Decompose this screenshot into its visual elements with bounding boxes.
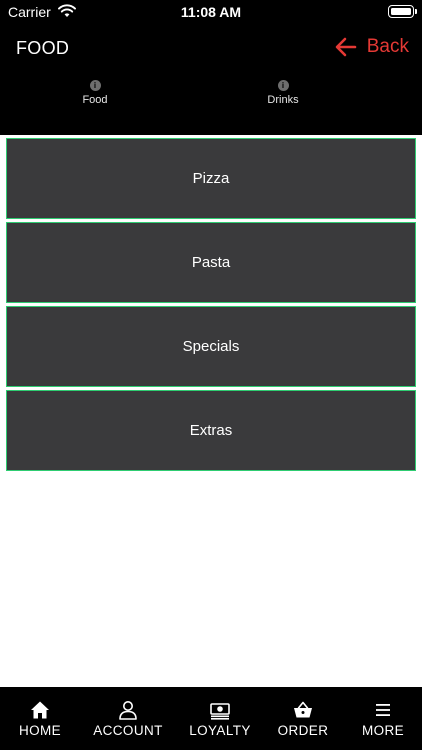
back-button[interactable]: Back [335, 36, 409, 58]
status-time: 11:08 AM [180, 4, 242, 20]
header: FOOD Back i Food i Drinks [0, 24, 422, 135]
menu-list: Pizza Pasta Specials Extras [6, 138, 416, 474]
menu-item-label: Pizza [192, 170, 230, 187]
arrow-left-icon [335, 37, 357, 57]
tab-label: Drinks [267, 94, 299, 106]
menu-item-pizza[interactable]: Pizza [6, 138, 416, 219]
menu-item-extras[interactable]: Extras [6, 390, 416, 471]
menu-item-specials[interactable]: Specials [6, 306, 416, 387]
bottom-nav: HOME ACCOUNT LOYALTY ORDER MORE [0, 687, 422, 750]
money-icon [210, 703, 230, 720]
back-label: Back [366, 36, 409, 57]
tab-food[interactable]: i Food [55, 80, 135, 106]
tab-label: Food [82, 94, 108, 106]
basket-icon [294, 701, 312, 718]
nav-label: ACCOUNT [93, 723, 163, 738]
nav-loyalty[interactable]: LOYALTY [185, 687, 255, 750]
info-icon: i [277, 80, 289, 91]
battery-icon [388, 5, 417, 18]
home-icon [31, 701, 49, 719]
page-title: FOOD [16, 38, 70, 58]
tab-drinks[interactable]: i Drinks [243, 80, 323, 106]
menu-item-label: Specials [182, 338, 240, 355]
nav-account[interactable]: ACCOUNT [90, 687, 166, 750]
menu-item-pasta[interactable]: Pasta [6, 222, 416, 303]
nav-label: ORDER [277, 723, 329, 738]
nav-label: LOYALTY [189, 723, 251, 738]
nav-order[interactable]: ORDER [274, 687, 332, 750]
menu-icon [376, 704, 390, 716]
nav-label: HOME [18, 723, 62, 738]
category-tabs: i Food i Drinks [0, 80, 422, 114]
menu-item-label: Extras [189, 422, 233, 439]
nav-home[interactable]: HOME [12, 687, 68, 750]
info-icon: i [89, 80, 101, 91]
menu-item-label: Pasta [191, 254, 231, 271]
status-bar: Carrier 11:08 AM [0, 0, 422, 24]
nav-more[interactable]: MORE [355, 687, 411, 750]
nav-label: MORE [361, 723, 405, 738]
user-icon [119, 701, 137, 720]
